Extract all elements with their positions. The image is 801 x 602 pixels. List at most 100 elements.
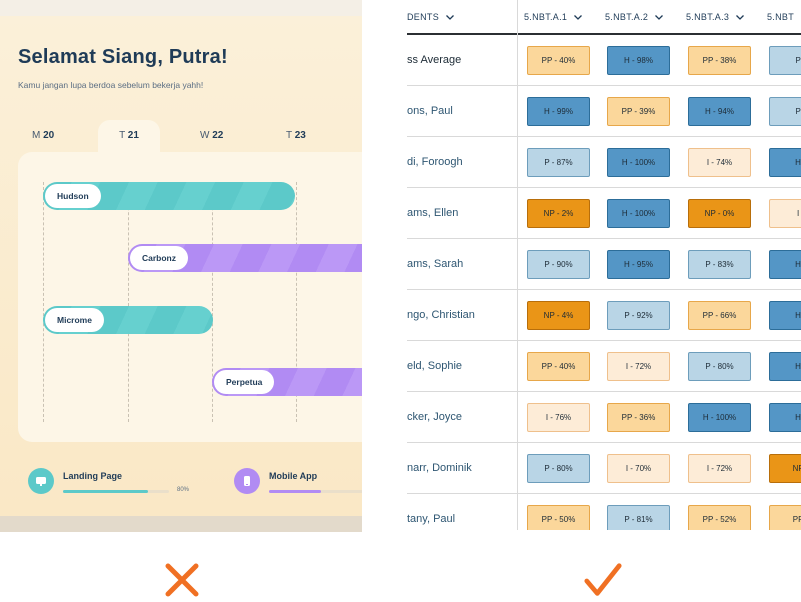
score-cell[interactable]: I - 72% [607, 352, 670, 381]
score-cell[interactable]: P - 80% [688, 352, 751, 381]
project-name: Mobile App [269, 471, 318, 481]
task-label: Microme [45, 308, 104, 332]
progress-fill [269, 490, 321, 493]
student-name[interactable]: narr, Dominik [407, 443, 517, 493]
class-average-row[interactable]: ss Average PP - 40% H - 98% PP - 38% P - [407, 35, 801, 86]
student-name[interactable]: tany, Paul [407, 494, 517, 530]
project-progress: 80% [63, 487, 189, 493]
student-row[interactable]: cker, Joyce I - 76% PP - 36% H - 100% H - [407, 392, 801, 443]
header-col-3[interactable]: 5.NBT.A.3 [686, 12, 745, 22]
score-cell[interactable]: H - 94% [688, 97, 751, 126]
score-cell[interactable]: I - 74% [688, 148, 751, 177]
project-landing-page[interactable]: Landing Page 80% [28, 468, 189, 494]
score-cell[interactable]: PP - 39% [607, 97, 670, 126]
score-cell[interactable]: I - 76% [527, 403, 590, 432]
score-cell[interactable]: H - [769, 352, 801, 381]
task-label: Carbonz [130, 246, 188, 270]
score-cell[interactable]: H - [769, 403, 801, 432]
score-cell[interactable]: H - [769, 148, 801, 177]
score-cell[interactable]: PP - 38% [688, 46, 751, 75]
header-label: 5.NBT.A.3 [686, 12, 730, 22]
student-row[interactable]: di, Foroogh P - 87% H - 100% I - 74% H - [407, 137, 801, 188]
timeline-board: Hudson Carbonz Microme Perpetua [18, 152, 362, 442]
score-cell[interactable]: H - [769, 301, 801, 330]
score-cell[interactable]: I - 72% [688, 454, 751, 483]
score-cell[interactable]: PP - 40% [527, 352, 590, 381]
student-row[interactable]: ngo, Christian NP - 4% P - 92% PP - 66% H - [407, 290, 801, 341]
header-col-4[interactable]: 5.NBT [767, 12, 794, 22]
header-label: 5.NBT.A.2 [605, 12, 649, 22]
day-tab-thu[interactable]: T 23 [286, 130, 306, 141]
student-row[interactable]: narr, Dominik P - 80% I - 70% I - 72% NP - [407, 443, 801, 494]
day-letter: M [32, 130, 41, 141]
standards-table: DENTS 5.NBT.A.1 5.NBT.A.2 5.NBT.A.3 5.NB… [407, 0, 801, 530]
score-cell[interactable]: PP - 50% [527, 505, 590, 530]
score-cell[interactable]: NP - [769, 454, 801, 483]
day-number: 20 [43, 130, 55, 141]
score-cell[interactable]: PP - 36% [607, 403, 670, 432]
header-students[interactable]: DENTS [407, 12, 454, 22]
class-average-label: ss Average [407, 54, 462, 66]
score-cell[interactable]: H - [769, 250, 801, 279]
score-cell[interactable]: P - 80% [527, 454, 590, 483]
task-bar-hudson[interactable]: Hudson [43, 182, 295, 210]
bottom-strip [0, 516, 362, 532]
header-col-2[interactable]: 5.NBT.A.2 [605, 12, 664, 22]
score-cell[interactable]: P - 92% [607, 301, 670, 330]
student-name[interactable]: ngo, Christian [407, 290, 517, 340]
progress-fill [63, 490, 148, 493]
student-row[interactable]: eld, Sophie PP - 40% I - 72% P - 80% H - [407, 341, 801, 392]
schedule-screen: Selamat Siang, Putra! Kamu jangan lupa b… [0, 16, 362, 516]
score-cell[interactable]: P - [769, 46, 801, 75]
monitor-icon [28, 468, 54, 494]
task-label: Hudson [45, 184, 101, 208]
student-name[interactable]: ons, Paul [407, 86, 517, 136]
student-row[interactable]: tany, Paul PP - 50% P - 81% PP - 52% PP - [407, 494, 801, 530]
cross-icon [165, 563, 199, 597]
score-cell[interactable]: P - 87% [527, 148, 590, 177]
student-row[interactable]: ons, Paul H - 99% PP - 39% H - 94% P - [407, 86, 801, 137]
score-cell[interactable]: H - 99% [527, 97, 590, 126]
day-tab-wed[interactable]: W 22 [200, 130, 223, 141]
score-cell[interactable]: P - 81% [607, 505, 670, 530]
score-cell[interactable]: H - 100% [607, 148, 670, 177]
phone-icon [234, 468, 260, 494]
header-col-1[interactable]: 5.NBT.A.1 [524, 12, 583, 22]
day-tab-mon[interactable]: M 20 [32, 130, 54, 141]
task-bar-perpetua[interactable]: Perpetua [212, 368, 362, 396]
student-row[interactable]: ams, Sarah P - 90% H - 95% P - 83% H - [407, 239, 801, 290]
student-name[interactable]: ams, Sarah [407, 239, 517, 289]
score-cell[interactable]: P - 83% [688, 250, 751, 279]
score-cell[interactable]: NP - 4% [527, 301, 590, 330]
student-name[interactable]: ams, Ellen [407, 188, 517, 238]
day-number: 22 [212, 130, 224, 141]
progress-label: 80% [177, 487, 190, 493]
day-letter: T [286, 130, 292, 141]
task-label: Perpetua [214, 370, 275, 394]
task-bar-carbonz[interactable]: Carbonz [128, 244, 362, 272]
score-cell[interactable]: PP - 40% [527, 46, 590, 75]
project-progress [269, 490, 362, 493]
task-bar-microme[interactable]: Microme [43, 306, 213, 334]
chevron-down-icon [574, 14, 583, 20]
score-cell[interactable]: P - 90% [527, 250, 590, 279]
score-cell[interactable]: PP - 66% [688, 301, 751, 330]
student-name[interactable]: cker, Joyce [407, 392, 517, 442]
student-row[interactable]: ams, Ellen NP - 2% H - 100% NP - 0% I - [407, 188, 801, 239]
score-cell[interactable]: I - [769, 199, 801, 228]
student-name[interactable]: eld, Sophie [407, 341, 517, 391]
score-cell[interactable]: H - 100% [688, 403, 751, 432]
student-name[interactable]: di, Foroogh [407, 137, 517, 187]
header-label: 5.NBT [767, 12, 795, 22]
score-cell[interactable]: PP - 52% [688, 505, 751, 530]
score-cell[interactable]: P - [769, 97, 801, 126]
score-cell[interactable]: I - 70% [607, 454, 670, 483]
score-cell[interactable]: PP - [769, 505, 801, 530]
day-letter: W [200, 130, 210, 141]
score-cell[interactable]: H - 98% [607, 46, 670, 75]
score-cell[interactable]: H - 100% [607, 199, 670, 228]
score-cell[interactable]: NP - 0% [688, 199, 751, 228]
score-cell[interactable]: NP - 2% [527, 199, 590, 228]
score-cell[interactable]: H - 95% [607, 250, 670, 279]
project-mobile-app[interactable]: Mobile App [234, 468, 362, 494]
